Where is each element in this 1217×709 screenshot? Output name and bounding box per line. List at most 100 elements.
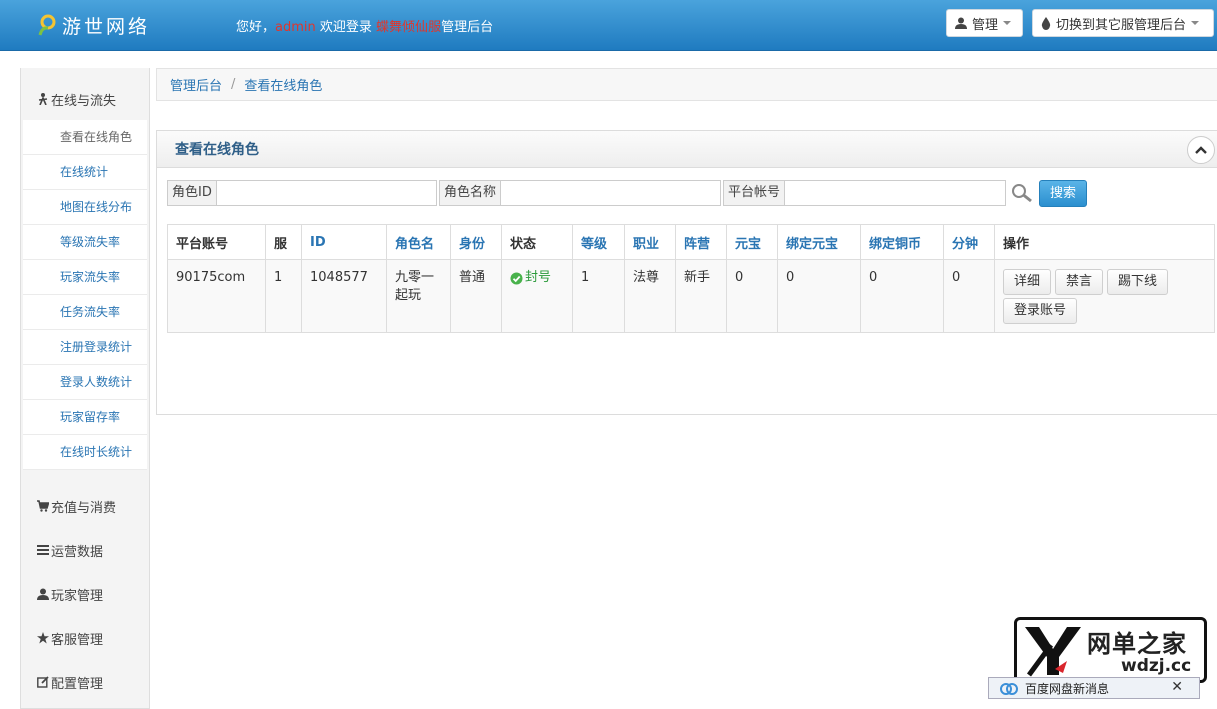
cloud-icon (1000, 683, 1018, 695)
col-status: 状态 (501, 224, 573, 260)
collapse-button[interactable] (1187, 136, 1215, 164)
breadcrumb-separator: / (231, 77, 236, 92)
switch-server-dropdown[interactable]: 切换到其它服管理后台 (1032, 9, 1214, 37)
col-server: 服 (265, 224, 302, 260)
col-camp[interactable]: 阵营 (675, 224, 727, 260)
sidebar-group-online[interactable]: 在线与流失 (21, 68, 149, 120)
col-bound-copper[interactable]: 绑定铜币 (860, 224, 944, 260)
search-icon[interactable] (1011, 183, 1033, 203)
server-name: 蝶舞倾仙 (376, 20, 429, 35)
col-actions: 操作 (994, 224, 1215, 260)
col-identity[interactable]: 身份 (450, 224, 502, 260)
role-name-label: 角色名称 (440, 181, 502, 205)
sidebar-group-ops[interactable]: 运营数据 (21, 528, 149, 572)
tint-icon (1041, 16, 1051, 30)
breadcrumb: 管理后台 / 查看在线角色 (156, 68, 1217, 101)
sidebar-group-recharge[interactable]: 充值与消费 (21, 484, 149, 528)
switch-server-label: 切换到其它服管理后台 (1056, 17, 1187, 33)
status-text: 封号 (525, 270, 552, 285)
search-form: 角色ID 角色名称 平台帐号 搜索 (167, 179, 1088, 207)
breadcrumb-home-link[interactable]: 管理后台 (170, 75, 222, 94)
check-circle-icon (510, 272, 523, 284)
col-account: 平台账号 (167, 224, 266, 260)
greeting-text: 您好， (236, 20, 276, 35)
logo-text: 游世网络 (62, 15, 151, 38)
detail-button[interactable]: 详细 (1003, 269, 1052, 295)
sidebar-group-config[interactable]: 配置管理 (21, 660, 149, 704)
account-input[interactable] (785, 181, 1005, 205)
search-button[interactable]: 搜索 (1039, 179, 1088, 207)
sidebar-group-label: 客服管理 (51, 632, 104, 648)
sidebar-group-label: 充值与消费 (51, 500, 117, 516)
col-minutes[interactable]: 分钟 (943, 224, 995, 260)
manage-label: 管理 (972, 17, 999, 33)
sidebar-item-retention[interactable]: 玩家留存率 (23, 400, 147, 435)
col-id[interactable]: ID (301, 224, 387, 260)
chevron-up-icon (1195, 146, 1207, 154)
cart-icon (37, 500, 49, 512)
sidebar: 在线与流失 查看在线角色 在线统计 地图在线分布 等级流失率 玩家流失率 任务流… (20, 68, 150, 709)
col-job[interactable]: 职业 (624, 224, 676, 260)
col-level[interactable]: 等级 (572, 224, 625, 260)
sidebar-item-level-churn[interactable]: 等级流失率 (23, 225, 147, 260)
roles-table: 平台账号 服 ID 角色名 身份 状态 等级 职业 阵营 元宝 绑定元宝 绑定铜… (167, 224, 1215, 333)
sidebar-item-register-login[interactable]: 注册登录统计 (23, 330, 147, 365)
cell-server: 1 (265, 259, 302, 333)
role-name-input[interactable] (501, 181, 720, 205)
account-field: 平台帐号 (723, 180, 1006, 206)
welcome-text: 欢迎登录 (319, 20, 372, 35)
sidebar-group-player[interactable]: 玩家管理 (21, 572, 149, 616)
table-row: 90175com 1 1048577 九零一起玩 普通 封号 1 法尊 新手 0 (167, 259, 1215, 333)
sidebar-group-label: 配置管理 (51, 676, 104, 692)
sidebar-item-online-duration[interactable]: 在线时长统计 (23, 435, 147, 470)
sidebar-item-online-roles[interactable]: 查看在线角色 (23, 120, 147, 155)
sidebar-item-player-churn[interactable]: 玩家流失率 (23, 260, 147, 295)
col-name[interactable]: 角色名 (386, 224, 451, 260)
cell-name: 九零一起玩 (386, 259, 451, 333)
cell-minutes: 0 (943, 259, 995, 333)
cell-status: 封号 (501, 259, 573, 333)
user-icon (37, 588, 49, 600)
sidebar-item-map-distribution[interactable]: 地图在线分布 (23, 190, 147, 225)
server-suffix: 服 (428, 20, 442, 35)
sidebar-group-label: 运营数据 (51, 544, 104, 560)
sidebar-item-online-stats[interactable]: 在线统计 (23, 155, 147, 190)
admin-suffix: 管理后台 (441, 20, 494, 35)
watermark-text: 网单之家 (1087, 630, 1187, 658)
manage-dropdown[interactable]: 管理 (946, 9, 1023, 37)
sidebar-item-login-count[interactable]: 登录人数统计 (23, 365, 147, 400)
breadcrumb-current-link[interactable]: 查看在线角色 (244, 75, 322, 94)
cell-camp: 新手 (675, 259, 727, 333)
col-yuanbao[interactable]: 元宝 (726, 224, 778, 260)
star-icon (37, 632, 49, 644)
list-icon (37, 545, 49, 555)
top-navbar: 游世网络 您好，admin 欢迎登录 蝶舞倾仙服管理后台 管理 切换到其它服管理… (0, 0, 1217, 51)
cell-id: 1048577 (301, 259, 387, 333)
cell-bound-yuanbao: 0 (777, 259, 861, 333)
cell-bound-copper: 0 (860, 259, 944, 333)
close-icon[interactable]: ✕ (1171, 679, 1183, 695)
cell-yuanbao: 0 (726, 259, 778, 333)
logo[interactable]: 游世网络 (36, 10, 150, 40)
welcome-message: 您好，admin 欢迎登录 蝶舞倾仙服管理后台 (236, 16, 493, 35)
cell-job: 法尊 (624, 259, 676, 333)
status-badge: 封号 (510, 269, 551, 287)
role-id-input[interactable] (216, 181, 436, 205)
table-header-row: 平台账号 服 ID 角色名 身份 状态 等级 职业 阵营 元宝 绑定元宝 绑定铜… (167, 224, 1215, 260)
panel-header: 查看在线角色 (157, 131, 1217, 168)
login-account-button[interactable]: 登录账号 (1003, 298, 1078, 324)
action-buttons: 详细 禁言 踢下线 登录账号 (1003, 269, 1193, 324)
online-roles-panel: 查看在线角色 角色ID 角色名称 平台帐号 搜索 平台账号 服 ID 角色名 身… (156, 130, 1217, 415)
kick-button[interactable]: 踢下线 (1107, 269, 1169, 295)
mute-button[interactable]: 禁言 (1055, 269, 1104, 295)
role-name-field: 角色名称 (439, 180, 721, 206)
col-bound-yuanbao[interactable]: 绑定元宝 (777, 224, 861, 260)
cell-identity: 普通 (450, 259, 502, 333)
panel-title: 查看在线角色 (175, 142, 259, 158)
sidebar-group-service[interactable]: 客服管理 (21, 616, 149, 660)
sidebar-group-label: 在线与流失 (51, 93, 117, 109)
sidebar-item-task-churn[interactable]: 任务流失率 (23, 295, 147, 330)
user-walk-icon (38, 93, 48, 105)
notification-popup[interactable]: 百度网盘新消息 ✕ (988, 677, 1200, 699)
